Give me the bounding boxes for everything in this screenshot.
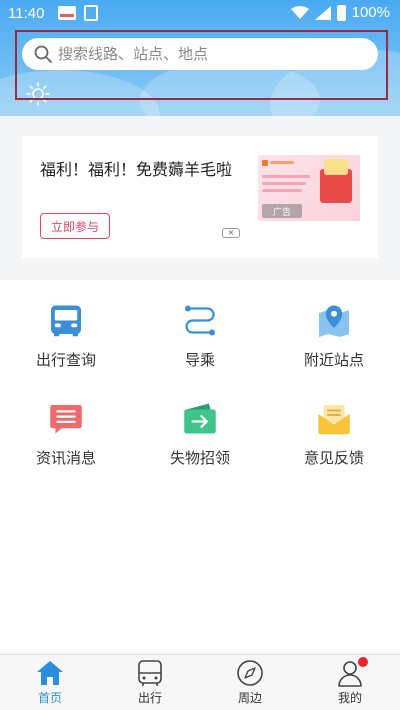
nav-label: 我的 bbox=[337, 691, 362, 705]
nav-item-profile[interactable]: 我的 bbox=[300, 655, 400, 710]
download-icon bbox=[84, 5, 98, 21]
join-now-button[interactable]: 立即参与 bbox=[40, 213, 110, 239]
bus-icon bbox=[51, 305, 81, 337]
route-icon bbox=[185, 305, 215, 336]
ad-image[interactable]: 广告 bbox=[258, 155, 360, 221]
compass-icon bbox=[237, 660, 263, 686]
notification-icon bbox=[58, 6, 76, 20]
menu-label: 附近站点 bbox=[303, 351, 364, 369]
ad-title: 福利！福利！免费薅羊毛啦 bbox=[40, 160, 233, 179]
bus-icon bbox=[138, 660, 162, 686]
feedback-icon bbox=[318, 405, 350, 435]
red-envelope-icon bbox=[320, 159, 352, 203]
message-icon bbox=[50, 405, 82, 434]
menu-label: 意见反馈 bbox=[303, 449, 364, 467]
ad-close-button[interactable]: × bbox=[222, 228, 240, 238]
nav-label: 周边 bbox=[237, 691, 262, 705]
signal-icon bbox=[314, 5, 331, 20]
nav-label: 出行 bbox=[137, 691, 162, 705]
menu-label: 失物招领 bbox=[169, 449, 230, 467]
menu-item-feedback[interactable]: 意见反馈 bbox=[274, 378, 394, 468]
map-pin-icon bbox=[319, 305, 349, 337]
status-time: 11:40 bbox=[8, 5, 45, 22]
ad-image-line bbox=[262, 182, 306, 185]
ad-image-line bbox=[262, 189, 302, 192]
lost-found-icon bbox=[184, 403, 216, 434]
nav-item-home[interactable]: 首页 bbox=[0, 655, 100, 710]
ad-card[interactable]: 福利！福利！免费薅羊毛啦 立即参与 × 广告 bbox=[22, 136, 378, 258]
nav-item-travel[interactable]: 出行 bbox=[100, 655, 200, 710]
highlight-frame bbox=[15, 30, 388, 100]
menu-item-news[interactable]: 资讯消息 bbox=[6, 378, 126, 468]
menu-label: 出行查询 bbox=[35, 351, 96, 369]
menu-item-trip-query[interactable]: 出行查询 bbox=[6, 280, 126, 370]
battery-icon bbox=[336, 4, 346, 21]
feature-grid: 出行查询 导乘 附近站点 资讯消息 失物招领 意见反馈 bbox=[0, 280, 400, 652]
menu-label: 资讯消息 bbox=[35, 449, 96, 467]
home-icon bbox=[37, 661, 63, 685]
bottom-nav: 首页 出行 周边 我的 bbox=[0, 654, 400, 710]
notification-badge bbox=[358, 657, 368, 667]
ad-image-line bbox=[262, 175, 310, 178]
battery-level: 100% bbox=[351, 4, 390, 21]
ad-image-logo bbox=[262, 160, 268, 166]
menu-label: 导乘 bbox=[184, 351, 215, 369]
status-right: 100% bbox=[290, 4, 390, 21]
ad-image-line bbox=[270, 161, 294, 164]
menu-item-guide[interactable]: 导乘 bbox=[140, 280, 260, 370]
menu-item-nearby-stops[interactable]: 附近站点 bbox=[274, 280, 394, 370]
wifi-icon bbox=[290, 5, 309, 19]
menu-item-lost-found[interactable]: 失物招领 bbox=[140, 378, 260, 468]
nav-label: 首页 bbox=[37, 691, 62, 705]
nav-item-nearby[interactable]: 周边 bbox=[200, 655, 300, 710]
header: 11:40 100% bbox=[0, 0, 400, 116]
status-bar: 11:40 100% bbox=[0, 0, 400, 28]
ad-badge: 广告 bbox=[262, 204, 302, 218]
